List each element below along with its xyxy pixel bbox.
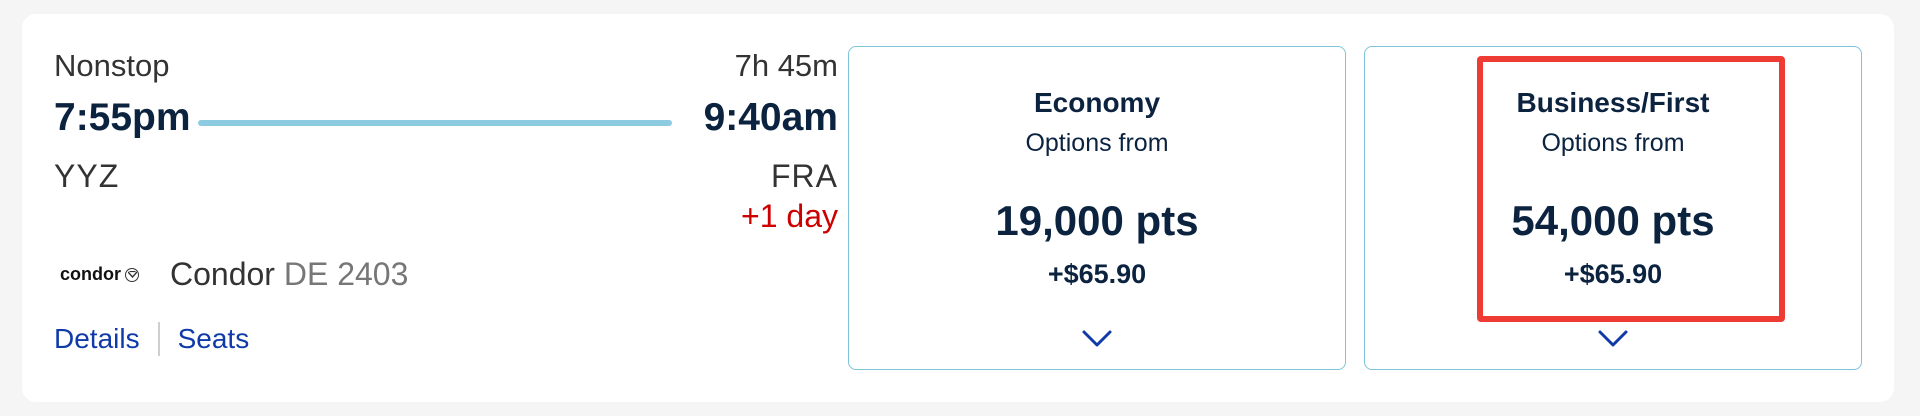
options-from-label: Options from <box>1541 129 1685 157</box>
seats-link[interactable]: Seats <box>178 323 250 355</box>
carrier-name: Condor <box>170 256 275 292</box>
options-from-label: Options from <box>1025 129 1169 157</box>
airline-name: Condor DE 2403 <box>170 256 408 293</box>
destination-airport: FRA <box>771 158 838 194</box>
arrival-time: 9:40am <box>703 96 838 139</box>
flight-links: Details Seats <box>54 322 249 356</box>
fare-option-business-first[interactable]: Business/First Options from 54,000 pts +… <box>1364 46 1862 370</box>
stops-label: Nonstop <box>54 48 170 83</box>
duration-label: 7h 45m <box>734 48 838 83</box>
chevron-down-icon[interactable] <box>1081 329 1113 349</box>
flight-result-card: Nonstop 7h 45m 7:55pm 9:40am YYZ FRA +1 … <box>22 14 1894 402</box>
cabin-label: Business/First <box>1516 87 1710 118</box>
link-divider <box>157 322 160 356</box>
points-price: 19,000 pts <box>995 197 1199 244</box>
airline-logo: condor <box>60 264 139 285</box>
airline-logo-text: condor <box>60 264 121 284</box>
origin-airport: YYZ <box>54 158 120 194</box>
flight-number: DE 2403 <box>283 256 409 292</box>
details-link[interactable]: Details <box>54 323 140 355</box>
cabin-label: Economy <box>1033 87 1161 118</box>
cash-price: +$65.90 <box>1047 259 1147 289</box>
points-price: 54,000 pts <box>1511 197 1715 244</box>
chevron-down-icon[interactable] <box>1597 329 1629 349</box>
fare-option-economy[interactable]: Economy Options from 19,000 pts +$65.90 <box>848 46 1346 370</box>
condor-logo-icon <box>125 267 139 282</box>
departure-time: 7:55pm <box>54 96 191 139</box>
cash-price: +$65.90 <box>1563 259 1663 289</box>
flight-info: Nonstop 7h 45m 7:55pm 9:40am YYZ FRA +1 … <box>22 14 842 402</box>
day-offset-label: +1 day <box>741 198 838 234</box>
route-line <box>198 120 672 126</box>
